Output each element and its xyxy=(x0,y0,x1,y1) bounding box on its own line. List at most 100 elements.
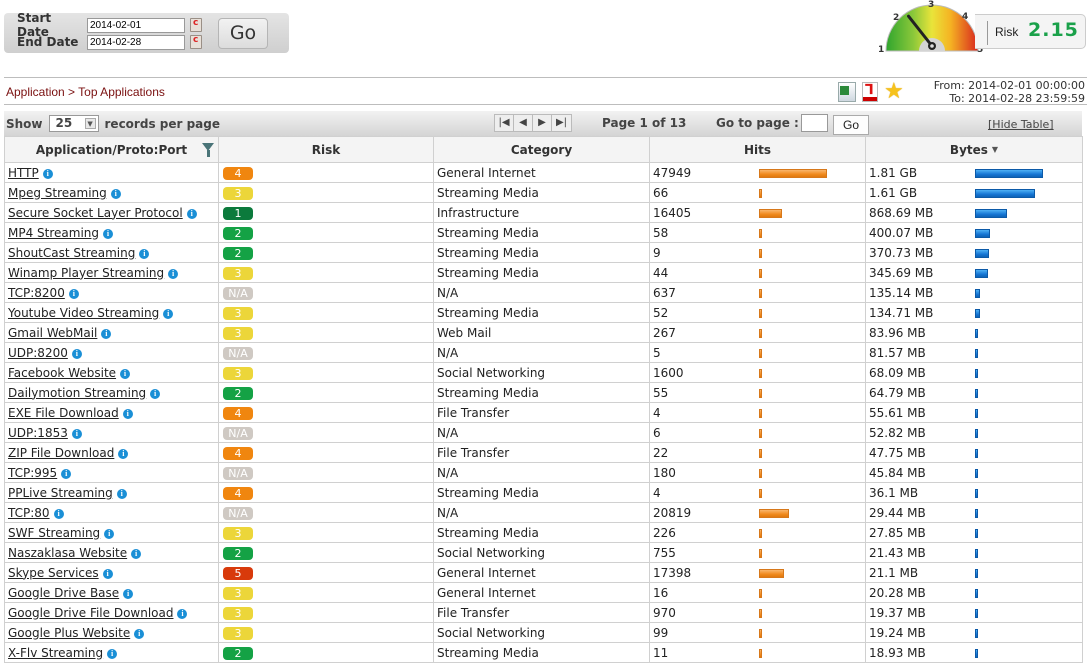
last-page-icon[interactable]: ▶| xyxy=(552,115,571,131)
app-link[interactable]: Google Drive File Download xyxy=(8,606,173,620)
table-row: PPLive Streaming i 4 Streaming Media 4 36.1 M… xyxy=(4,482,1083,503)
app-link[interactable]: SWF Streaming xyxy=(8,526,100,540)
column-header-hits[interactable]: Hits xyxy=(649,136,866,163)
info-icon[interactable]: i xyxy=(116,488,127,499)
sort-desc-icon[interactable]: ▼ xyxy=(992,145,998,154)
app-link[interactable]: Secure Socket Layer Protocol xyxy=(8,206,183,220)
app-link[interactable]: Skype Services xyxy=(8,566,99,580)
app-link[interactable]: TCP:995 xyxy=(8,466,57,480)
info-icon[interactable]: i xyxy=(186,208,197,219)
info-icon[interactable]: i xyxy=(134,628,145,639)
end-date-input[interactable] xyxy=(87,34,185,50)
app-link[interactable]: Facebook Website xyxy=(8,366,116,380)
app-link[interactable]: Winamp Player Streaming xyxy=(8,266,164,280)
category-cell: Streaming Media xyxy=(433,242,650,263)
app-link[interactable]: EXE File Download xyxy=(8,406,119,420)
info-icon[interactable]: i xyxy=(53,508,64,519)
app-link[interactable]: UDP:8200 xyxy=(8,346,68,360)
info-icon[interactable]: i xyxy=(101,328,112,339)
date-filter-panel: Start Date End Date Go xyxy=(4,11,289,53)
calendar-icon[interactable] xyxy=(190,35,202,49)
info-icon[interactable]: i xyxy=(103,228,114,239)
hits-value: 970 xyxy=(653,605,676,620)
app-link[interactable]: Naszaklasa Website xyxy=(8,546,127,560)
app-link[interactable]: ZIP File Download xyxy=(8,446,114,460)
excel-export-icon[interactable] xyxy=(838,82,856,102)
first-page-icon[interactable]: |◀ xyxy=(495,115,514,131)
app-cell: Youtube Video Streaming i xyxy=(4,302,219,323)
pdf-export-icon[interactable] xyxy=(862,82,878,102)
bytes-cell: 36.1 MB xyxy=(865,482,1083,503)
bytes-cell: 345.69 MB xyxy=(865,262,1083,283)
info-icon[interactable]: i xyxy=(163,308,174,319)
info-icon[interactable]: i xyxy=(118,448,129,459)
info-icon[interactable]: i xyxy=(61,468,72,479)
info-icon[interactable]: i xyxy=(123,588,134,599)
goto-page-button[interactable]: Go xyxy=(833,115,869,135)
start-date-input[interactable] xyxy=(87,17,185,33)
chevron-down-icon[interactable]: ▼ xyxy=(84,118,96,129)
info-icon[interactable]: i xyxy=(68,288,79,299)
app-link[interactable]: Dailymotion Streaming xyxy=(8,386,146,400)
info-icon[interactable]: i xyxy=(71,348,82,359)
table-row: Naszaklasa Website i 2 Social Networking 755… xyxy=(4,542,1083,563)
bytes-value: 1.61 GB xyxy=(869,185,918,200)
bytes-bar xyxy=(975,489,978,498)
info-icon[interactable]: i xyxy=(71,428,82,439)
app-link[interactable]: Google Drive Base xyxy=(8,586,119,600)
column-header-category[interactable]: Category xyxy=(433,136,650,163)
info-icon[interactable]: i xyxy=(131,548,142,559)
prev-page-icon[interactable]: ◀ xyxy=(514,115,533,131)
info-icon[interactable]: i xyxy=(168,268,179,279)
column-header-application[interactable]: Application/Proto:Port xyxy=(4,136,219,163)
info-icon[interactable]: i xyxy=(42,168,53,179)
column-header-risk[interactable]: Risk xyxy=(218,136,434,163)
page-info: Page 1 of 13 xyxy=(602,116,687,130)
category-cell: Social Networking xyxy=(433,542,650,563)
info-icon[interactable]: i xyxy=(150,388,161,399)
bytes-cell: 134.71 MB xyxy=(865,302,1083,323)
info-icon[interactable]: i xyxy=(102,568,113,579)
app-link[interactable]: UDP:1853 xyxy=(8,426,68,440)
app-link[interactable]: Gmail WebMail xyxy=(8,326,97,340)
info-icon[interactable]: i xyxy=(110,188,121,199)
calendar-icon[interactable] xyxy=(190,18,202,32)
info-icon[interactable]: i xyxy=(107,648,118,659)
app-link[interactable]: MP4 Streaming xyxy=(8,226,99,240)
app-link[interactable]: TCP:8200 xyxy=(8,286,65,300)
app-link[interactable]: Mpeg Streaming xyxy=(8,186,107,200)
goto-page-input[interactable] xyxy=(801,114,828,132)
table-row: UDP:1853 i N/A N/A 6 52.82 MB xyxy=(4,422,1083,443)
range-from: From: 2014-02-01 00:00:00 xyxy=(933,79,1085,92)
bytes-cell: 52.82 MB xyxy=(865,422,1083,443)
hits-cell: 180 xyxy=(649,462,866,483)
app-link[interactable]: TCP:80 xyxy=(8,506,50,520)
info-icon[interactable]: i xyxy=(177,608,188,619)
app-link[interactable]: ShoutCast Streaming xyxy=(8,246,135,260)
column-header-bytes[interactable]: Bytes ▼ xyxy=(865,136,1083,163)
next-page-icon[interactable]: ▶ xyxy=(533,115,552,131)
category-cell: Streaming Media xyxy=(433,262,650,283)
hits-cell: 226 xyxy=(649,522,866,543)
favorite-star-icon[interactable]: ★ xyxy=(884,81,904,103)
app-link[interactable]: Youtube Video Streaming xyxy=(8,306,159,320)
hits-value: 20819 xyxy=(653,505,692,520)
hits-cell: 267 xyxy=(649,322,866,343)
records-per-page-select[interactable]: 25 ▼ xyxy=(48,115,99,132)
app-link[interactable]: Google Plus Website xyxy=(8,626,130,640)
info-icon[interactable]: i xyxy=(120,368,131,379)
risk-label: Risk xyxy=(995,25,1019,39)
app-link[interactable]: PPLive Streaming xyxy=(8,486,113,500)
info-icon[interactable]: i xyxy=(104,528,115,539)
hide-table-link[interactable]: [Hide Table] xyxy=(988,118,1054,131)
info-icon[interactable]: i xyxy=(122,408,133,419)
apply-dates-button[interactable]: Go xyxy=(218,18,268,49)
info-icon[interactable]: i xyxy=(139,248,150,259)
risk-badge: 4 xyxy=(223,486,253,500)
bytes-cell: 81.57 MB xyxy=(865,342,1083,363)
app-cell: Google Drive Base i xyxy=(4,582,219,603)
app-cell: Google Drive File Download i xyxy=(4,602,219,623)
bytes-bar xyxy=(975,189,1035,198)
filter-icon[interactable] xyxy=(202,143,214,157)
app-link[interactable]: HTTP xyxy=(8,166,39,180)
